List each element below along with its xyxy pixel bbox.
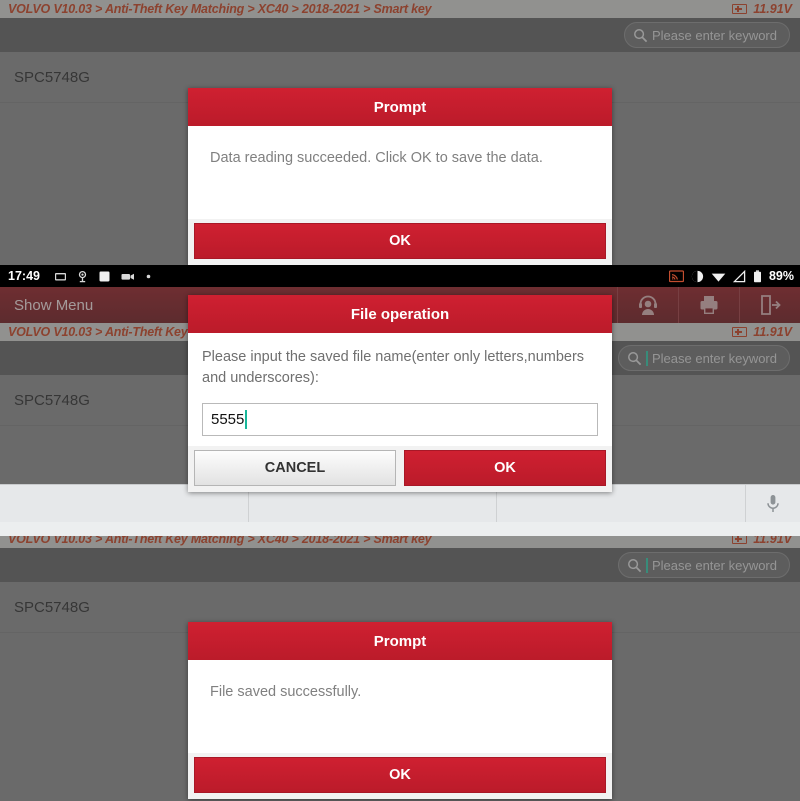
text-caret (245, 410, 248, 430)
search-placeholder: Please enter keyword (651, 27, 777, 43)
search-input[interactable]: Please enter keyword (623, 22, 790, 48)
ok-button[interactable]: OK (404, 450, 606, 487)
dialog-body: Data reading succeeded. Click OK to save… (188, 126, 612, 220)
panel-three-screen: VOLVO V10.03 > Anti-Theft Key Matching >… (0, 530, 800, 801)
dialog-footer: OK (188, 219, 612, 265)
status-bar-system-icons: 89% (668, 269, 794, 283)
search-placeholder: Please enter keyword (651, 350, 777, 366)
app-square-icon (99, 271, 110, 281)
list-item-label: SPC5748G (14, 68, 90, 86)
dialog-title: Prompt (188, 88, 612, 126)
signal-icon (732, 269, 746, 282)
dialog-message: Please input the saved file name(enter o… (202, 349, 585, 387)
search-icon (634, 28, 648, 42)
search-caret (646, 350, 648, 366)
search-input[interactable]: Please enter keyword (618, 345, 790, 371)
prompt-dialog-bottom: Prompt File saved successfully. OK (188, 622, 612, 800)
file-operation-dialog: File operation Please input the saved fi… (188, 295, 612, 493)
search-placeholder: Please enter keyword (651, 557, 777, 573)
screencast-icon (668, 269, 684, 282)
dialog-title: File operation (188, 295, 612, 333)
status-bar-clock: 17:49 (8, 269, 40, 283)
voltage-readout: 11.91V (732, 325, 792, 339)
status-bar-notification-icons (54, 270, 152, 283)
exit-door-icon (761, 295, 781, 315)
search-icon (628, 558, 642, 572)
android-status-bar: 17:49 89% (0, 265, 800, 287)
panel-one-screen: VOLVO V10.03 > Anti-Theft Key Matching >… (0, 0, 800, 265)
voltage-value: 11.91V (753, 325, 792, 339)
dialog-body: File saved successfully. (188, 660, 612, 754)
toolbar-top: Please enter keyword (0, 18, 800, 52)
voice-input-button[interactable] (746, 494, 800, 514)
support-button[interactable] (617, 287, 678, 323)
wifi-icon (711, 273, 726, 282)
search-caret (646, 557, 648, 573)
screenshot-icon (54, 272, 66, 280)
battery-icon (753, 269, 761, 282)
prompt-dialog-top: Prompt Data reading succeeded. Click OK … (188, 88, 612, 265)
cancel-button[interactable]: CANCEL (194, 450, 396, 487)
location-pin-icon (78, 270, 87, 282)
search-icon (628, 351, 642, 365)
list-item-label: SPC5748G (14, 598, 90, 616)
show-menu-button[interactable]: Show Menu (14, 297, 93, 314)
voltage-readout: 11.91V (732, 2, 792, 16)
microphone-icon (767, 494, 779, 512)
search-input[interactable]: Please enter keyword (618, 552, 790, 578)
do-not-disturb-icon (691, 270, 704, 282)
dialog-message: File saved successfully. (210, 684, 362, 700)
file-name-value: 5555 (211, 411, 245, 429)
ok-button[interactable]: OK (194, 757, 606, 794)
print-button[interactable] (678, 287, 739, 323)
breadcrumb: VOLVO V10.03 > Anti-Theft Key Matching >… (8, 2, 432, 16)
breadcrumb-bar-top: VOLVO V10.03 > Anti-Theft Key Matching >… (0, 0, 800, 18)
voltage-value: 11.91V (753, 2, 792, 16)
dot-icon (146, 274, 151, 278)
battery-icon (732, 4, 748, 14)
battery-icon (732, 327, 748, 337)
toolbar-bottom: Please enter keyword (0, 548, 800, 582)
video-camera-icon (121, 273, 134, 280)
printer-icon (700, 296, 718, 314)
battery-percent: 89% (768, 269, 794, 283)
list-item-label: SPC5748G (14, 391, 90, 409)
keyboard-base (0, 520, 800, 536)
dialog-title: Prompt (188, 622, 612, 660)
ok-button[interactable]: OK (194, 223, 606, 260)
exit-button[interactable] (739, 287, 800, 323)
action-bar-icon-group (617, 287, 800, 323)
headset-person-icon (639, 295, 657, 315)
dialog-footer: CANCEL OK (188, 446, 612, 493)
dialog-footer: OK (188, 753, 612, 800)
dialog-body: Please input the saved file name(enter o… (188, 333, 612, 447)
file-name-input[interactable]: 5555 (202, 403, 598, 437)
dialog-message: Data reading succeeded. Click OK to save… (210, 150, 543, 166)
